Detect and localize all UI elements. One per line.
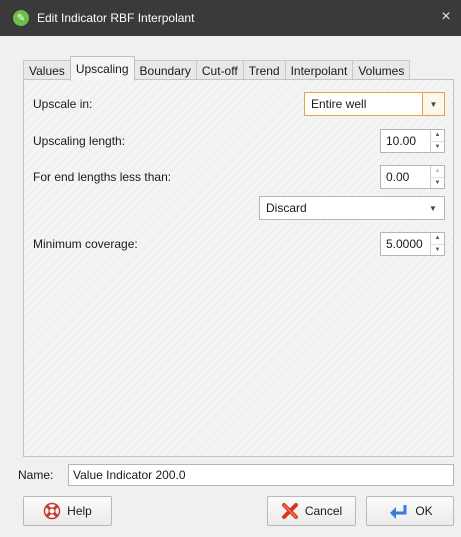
- lifebuoy-icon: [43, 502, 61, 520]
- minimum-coverage-label: Minimum coverage:: [33, 237, 138, 251]
- upscaling-length-label: Upscaling length:: [33, 134, 126, 148]
- chevron-down-icon[interactable]: ▼: [422, 197, 444, 219]
- tab-volumes[interactable]: Volumes: [352, 60, 411, 80]
- spin-arrows-icon[interactable]: ▲ ▼: [430, 130, 444, 152]
- help-button-label: Help: [67, 504, 92, 518]
- close-icon[interactable]: ×: [437, 8, 455, 26]
- minimum-coverage-value: 5.0000: [386, 237, 423, 251]
- end-action-select[interactable]: Discard ▼: [259, 196, 445, 220]
- help-button[interactable]: Help: [23, 496, 112, 526]
- enter-arrow-icon: [387, 502, 409, 520]
- name-value: Value Indicator 200.0: [73, 468, 186, 482]
- end-lengths-value: 0.00: [386, 170, 410, 184]
- tab-cut-off[interactable]: Cut-off: [195, 60, 244, 80]
- upscaling-length-value: 10.00: [386, 134, 417, 148]
- cancel-button-label: Cancel: [304, 504, 343, 518]
- upscale-in-label: Upscale in:: [33, 97, 93, 111]
- minimum-coverage-spinbox[interactable]: 5.0000 ▲ ▼: [380, 232, 445, 256]
- tab-upscaling[interactable]: Upscaling: [69, 56, 135, 81]
- red-x-icon: [281, 502, 299, 520]
- name-label: Name:: [18, 468, 54, 482]
- tab-interpolant[interactable]: Interpolant: [284, 60, 354, 80]
- upscaling-length-spinbox[interactable]: 10.00 ▲ ▼: [380, 129, 445, 153]
- spin-arrows-icon[interactable]: ▲ ▼: [430, 166, 444, 188]
- cancel-button[interactable]: Cancel: [267, 496, 356, 526]
- ok-button[interactable]: OK: [366, 496, 454, 526]
- title-bar: ✎ Edit Indicator RBF Interpolant ×: [0, 0, 461, 36]
- tab-trend[interactable]: Trend: [242, 60, 286, 80]
- upscaling-panel: Upscale in: Entire well ▼ Upscaling leng…: [23, 79, 454, 457]
- end-action-value: Discard: [266, 201, 307, 215]
- window-title: Edit Indicator RBF Interpolant: [37, 11, 195, 25]
- name-input[interactable]: Value Indicator 200.0: [68, 464, 454, 486]
- tab-boundary[interactable]: Boundary: [133, 60, 197, 80]
- chevron-down-icon[interactable]: ▼: [422, 93, 444, 115]
- end-lengths-label: For end lengths less than:: [33, 170, 172, 184]
- spin-arrows-icon[interactable]: ▲ ▼: [430, 233, 444, 255]
- upscale-in-value: Entire well: [311, 97, 367, 111]
- ok-button-label: OK: [415, 504, 433, 518]
- tab-values[interactable]: Values: [23, 60, 71, 80]
- app-icon: ✎: [13, 10, 29, 26]
- upscale-in-select[interactable]: Entire well ▼: [304, 92, 445, 116]
- tab-bar: Values Upscaling Boundary Cut-off Trend …: [23, 56, 411, 81]
- end-lengths-spinbox[interactable]: 0.00 ▲ ▼: [380, 165, 445, 189]
